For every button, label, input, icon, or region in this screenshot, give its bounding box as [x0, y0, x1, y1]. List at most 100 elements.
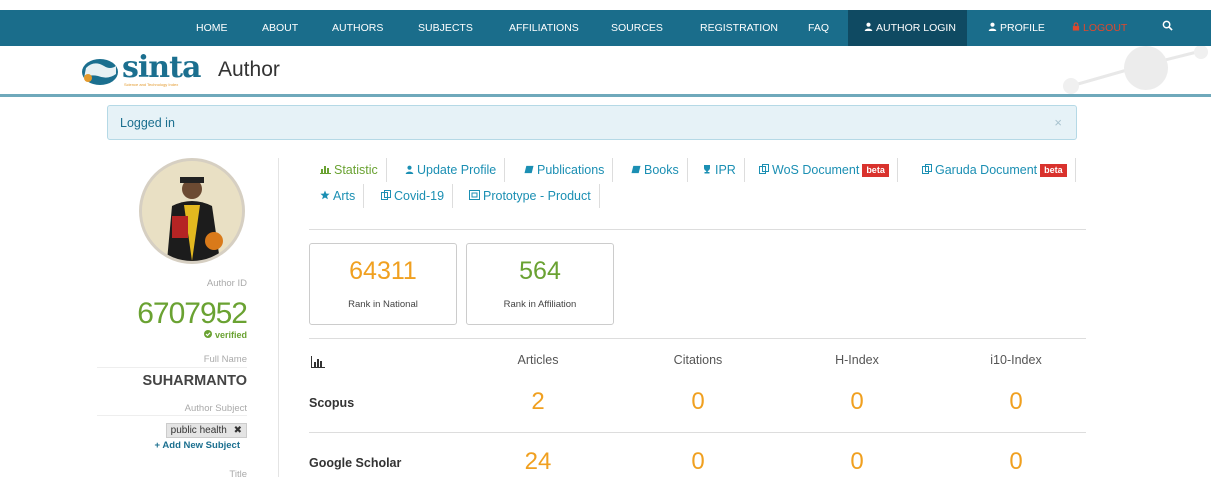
tab-update-profile[interactable]: Update Profile: [405, 158, 506, 182]
nav-subjects[interactable]: SUBJECTS: [418, 10, 473, 46]
divider: [309, 338, 1086, 339]
subject-tag: public health ✖: [165, 423, 247, 438]
tab-wos-document[interactable]: WoS Document beta: [759, 158, 898, 182]
divider: [97, 367, 247, 368]
avatar: [139, 158, 245, 264]
tab-ipr-label: IPR: [715, 163, 736, 177]
star-icon: [320, 184, 330, 208]
close-icon[interactable]: ×: [1054, 115, 1062, 130]
scopus-hindex: 0: [850, 388, 864, 415]
scholar-articles: 24: [524, 448, 552, 475]
plus-icon: +: [154, 440, 161, 451]
beta-badge: beta: [1040, 164, 1067, 178]
nav-logout[interactable]: LOGOUT: [1072, 10, 1127, 46]
trophy-icon: [702, 158, 712, 182]
nav-home[interactable]: HOME: [196, 10, 228, 46]
nav-about[interactable]: ABOUT: [262, 10, 298, 46]
logo-tagline: Science and Technology Index: [124, 82, 179, 87]
scopus-articles: 2: [531, 388, 545, 415]
scholar-hindex: 0: [850, 448, 864, 475]
login-alert: Logged in ×: [107, 105, 1077, 140]
header-divider: [0, 94, 1211, 97]
verified-badge: verified: [204, 330, 247, 340]
scopus-i10: 0: [1009, 388, 1023, 415]
col-header-articles: Articles: [517, 353, 559, 367]
sinta-logo[interactable]: sinta Science and Technology Index: [80, 50, 201, 88]
rank-affiliation-value: 564: [519, 257, 561, 285]
bar-chart-icon: [320, 158, 331, 182]
tab-prototype-product[interactable]: Prototype - Product: [469, 184, 600, 208]
tab-statistic[interactable]: Statistic: [320, 158, 387, 182]
user-icon: [405, 158, 414, 182]
tab-books[interactable]: Books: [631, 158, 688, 182]
nav-sources[interactable]: SOURCES: [611, 10, 663, 46]
nav-affiliations[interactable]: AFFILIATIONS: [509, 10, 579, 46]
add-subject-label: Add New Subject: [162, 440, 240, 451]
divider: [309, 229, 1086, 230]
copy-icon: [759, 158, 769, 182]
row-label-google-scholar: Google Scholar: [309, 456, 402, 470]
col-header-citations: Citations: [673, 353, 723, 367]
tab-arts-label: Arts: [333, 189, 356, 203]
nav-logout-label: LOGOUT: [1083, 22, 1128, 34]
nav-author-login-label: AUTHOR LOGIN: [876, 22, 956, 34]
book-icon: [631, 158, 641, 182]
tab-covid-19[interactable]: Covid-19: [381, 184, 454, 208]
author-id: 6707952: [137, 297, 248, 330]
title-label: Title: [229, 469, 247, 477]
page-header: sinta Science and Technology Index Autho…: [0, 46, 1211, 94]
main-navbar: HOME ABOUT AUTHORS SUBJECTS AFFILIATIONS…: [0, 10, 1211, 46]
user-icon: [988, 10, 997, 46]
add-subject-link[interactable]: + Add New Subject: [155, 440, 240, 451]
nav-registration[interactable]: REGISTRATION: [700, 10, 778, 46]
tab-arts[interactable]: Arts: [320, 184, 365, 208]
subject-tag-label: public health: [170, 425, 227, 436]
nav-authors[interactable]: AUTHORS: [332, 10, 383, 46]
tab-statistic-label: Statistic: [334, 163, 378, 177]
alert-text: Logged in: [120, 116, 175, 130]
col-header-hindex: H-Index: [835, 353, 879, 367]
network-decoration-icon: [1063, 46, 1208, 94]
col-header-i10: i10-Index: [990, 353, 1042, 367]
beta-badge: beta: [862, 164, 889, 178]
author-subject-label: Author Subject: [184, 403, 247, 414]
author-fullname: SUHARMANTO: [142, 373, 247, 389]
nav-author-login[interactable]: AUTHOR LOGIN: [848, 10, 967, 46]
rank-national-value: 64311: [349, 257, 417, 285]
tab-publications[interactable]: Publications: [524, 158, 614, 182]
rank-national-label: Rank in National: [348, 299, 418, 310]
tab-update-profile-label: Update Profile: [417, 163, 497, 177]
lock-icon: [1072, 10, 1080, 46]
nav-faq[interactable]: FAQ: [808, 10, 829, 46]
scopus-citations: 0: [691, 388, 705, 415]
tab-books-label: Books: [644, 163, 679, 177]
search-icon: [1162, 20, 1173, 34]
row-label-scopus: Scopus: [309, 396, 355, 410]
tab-ipr[interactable]: IPR: [702, 158, 745, 182]
author-profile-sidebar: Author ID 6707952 verified Full Name SUH…: [97, 155, 267, 477]
user-icon: [864, 10, 873, 46]
tab-wos-label: WoS Document: [772, 163, 860, 177]
tab-garuda-label: Garuda Document: [935, 163, 1038, 177]
column-divider: [278, 158, 279, 477]
nav-profile-label: PROFILE: [1000, 22, 1045, 34]
tab-garuda-document[interactable]: Garuda Document beta: [922, 158, 1076, 182]
bar-chart-icon: [311, 355, 325, 373]
browser-top-strip: [0, 0, 1211, 10]
globe-logo-icon: [82, 59, 118, 85]
fullname-label: Full Name: [203, 354, 247, 365]
remove-subject-icon[interactable]: ✖: [234, 425, 242, 436]
rank-affiliation-label: Rank in Affiliation: [503, 299, 577, 310]
book-icon: [524, 158, 534, 182]
rank-affiliation-card: 564 Rank in Affiliation: [466, 243, 614, 325]
verified-text: verified: [214, 330, 247, 340]
copy-icon: [922, 158, 932, 182]
scholar-citations: 0: [691, 448, 705, 475]
tab-covid-label: Covid-19: [394, 189, 445, 203]
nav-profile[interactable]: PROFILE: [988, 10, 1045, 46]
divider: [309, 432, 1086, 433]
author-id-label: Author ID: [206, 278, 247, 289]
rank-national-card: 64311 Rank in National: [309, 243, 457, 325]
nav-search[interactable]: [1162, 10, 1173, 46]
check-circle-icon: [204, 330, 213, 338]
